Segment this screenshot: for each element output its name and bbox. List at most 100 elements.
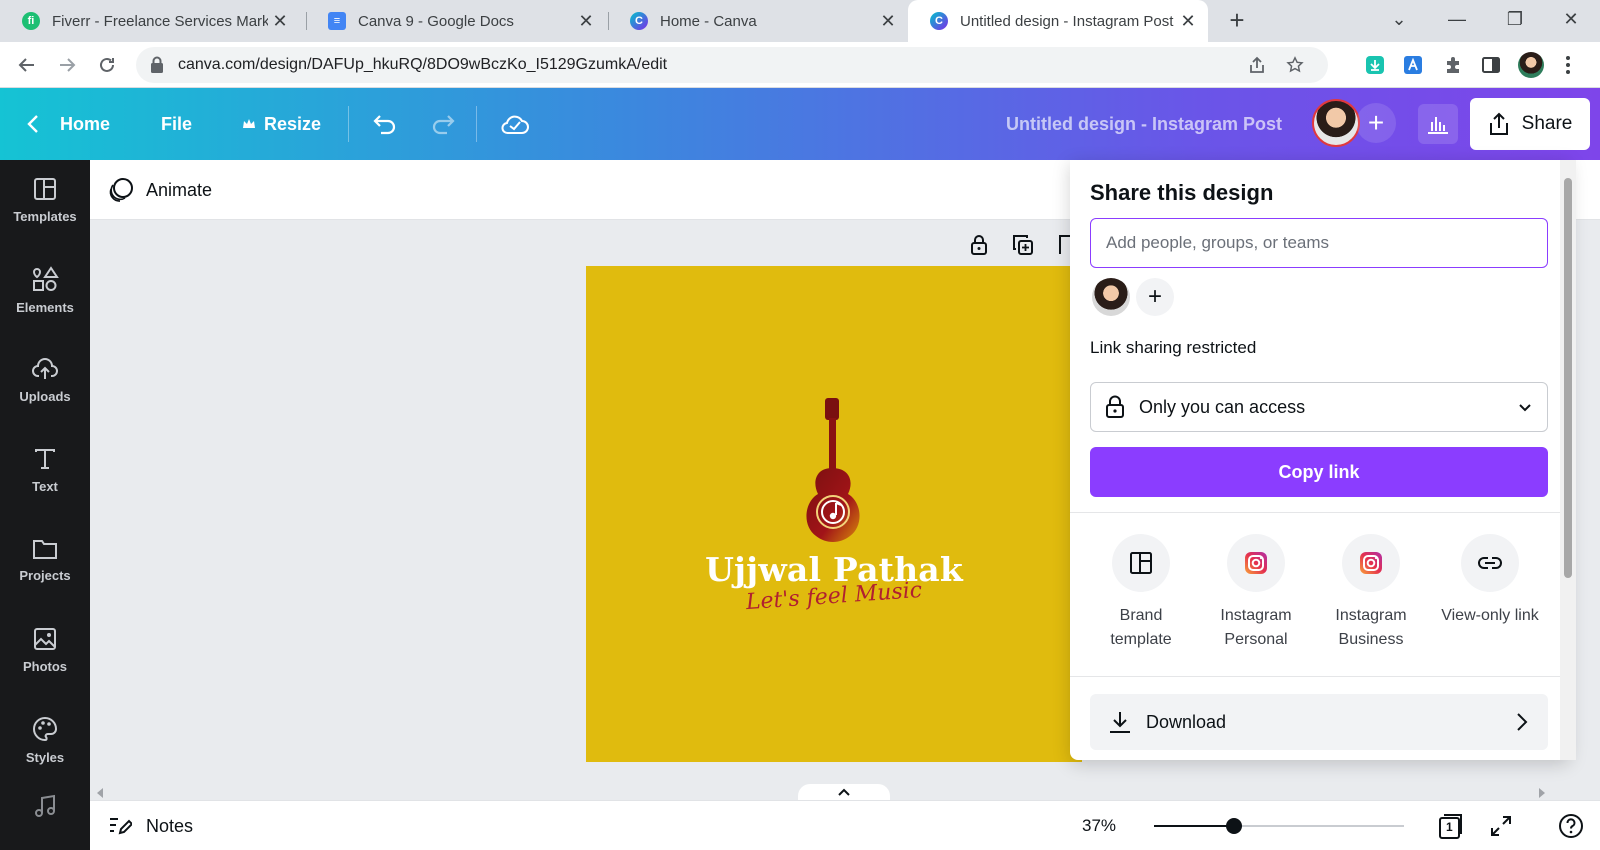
fullscreen-button[interactable] — [1486, 811, 1516, 841]
lock-icon — [971, 235, 987, 255]
add-collaborator-button[interactable]: + — [1356, 103, 1396, 143]
uploads-icon — [32, 357, 58, 379]
insights-button[interactable] — [1418, 104, 1458, 144]
close-tab-icon[interactable]: ✕ — [268, 11, 292, 32]
elements-icon — [32, 265, 59, 291]
owner-avatar[interactable] — [1092, 278, 1130, 316]
sidebar-item-elements[interactable]: Elements — [0, 250, 90, 330]
share-option-brand-template[interactable]: Brand template — [1086, 534, 1196, 652]
reload-button[interactable] — [92, 50, 122, 80]
sidebar-item-styles[interactable]: Styles — [0, 700, 90, 780]
canva-favicon-icon: C — [930, 12, 948, 30]
resize-button[interactable]: Resize — [242, 88, 321, 160]
design-canvas[interactable]: Ujjwal Pathak Let's feel Music — [586, 266, 1082, 762]
share-panel-scrollbar[interactable] — [1560, 160, 1576, 760]
copy-link-button[interactable]: Copy link — [1090, 447, 1548, 497]
close-tab-icon[interactable]: ✕ — [574, 11, 598, 32]
crown-icon — [243, 119, 255, 128]
help-button[interactable] — [1556, 811, 1586, 841]
zoom-percentage[interactable]: 37% — [1082, 801, 1116, 850]
chevron-up-icon — [838, 788, 850, 796]
maximize-button[interactable]: ❐ — [1486, 0, 1544, 42]
save-status-button[interactable] — [500, 88, 530, 160]
address-bar[interactable]: canva.com/design/DAFUp_hkuRQ/8DO9wBczKo_… — [136, 47, 1328, 83]
panel-divider — [1070, 512, 1560, 513]
editor-header: Home File Resize Untitled design - Insta… — [0, 88, 1600, 160]
sidebar-item-label: Uploads — [19, 388, 71, 404]
duplicate-page-button[interactable] — [1010, 232, 1036, 258]
sidebar-item-text[interactable]: Text — [0, 430, 90, 510]
share-page-icon[interactable] — [1246, 54, 1268, 76]
browser-tab-home-canva[interactable]: C Home - Canva ✕ — [608, 0, 908, 42]
profile-avatar[interactable] — [1518, 52, 1544, 78]
add-person-button[interactable]: + — [1136, 278, 1174, 316]
extension-grammar-icon[interactable] — [1401, 53, 1425, 77]
undo-button[interactable] — [372, 88, 398, 160]
google-docs-favicon-icon: ≡ — [328, 12, 346, 30]
browser-tab-strip: fi Fiverr - Freelance Services Marketpla… — [0, 0, 1600, 42]
close-window-button[interactable]: ✕ — [1542, 0, 1600, 42]
zoom-slider-thumb[interactable] — [1226, 818, 1242, 834]
access-dropdown[interactable]: Only you can access — [1090, 382, 1548, 432]
add-people-input[interactable] — [1090, 218, 1548, 268]
chevron-right-icon — [1517, 713, 1528, 731]
sidebar-item-templates[interactable]: Templates — [0, 160, 90, 240]
sidebar-item-photos[interactable]: Photos — [0, 610, 90, 690]
back-button[interactable] — [12, 50, 42, 80]
chevron-down-icon — [1519, 404, 1531, 412]
page-tools — [966, 232, 1080, 258]
home-button[interactable]: Home — [26, 88, 110, 160]
tab-title: Home - Canva — [660, 12, 757, 30]
share-button[interactable]: Share — [1470, 98, 1590, 150]
notes-label: Notes — [146, 815, 194, 836]
cloud-check-icon — [501, 115, 529, 134]
animate-label: Animate — [146, 179, 213, 200]
browser-tab-untitled-design[interactable]: C Untitled design - Instagram Post ✕ — [908, 0, 1208, 42]
zoom-slider[interactable] — [1154, 818, 1404, 834]
extension-download-icon[interactable] — [1363, 53, 1387, 77]
lock-page-button[interactable] — [966, 232, 992, 258]
redo-icon — [432, 115, 455, 135]
new-tab-button[interactable]: + — [1222, 6, 1252, 36]
notes-button[interactable]: Notes — [108, 801, 193, 850]
option-label: template — [1110, 631, 1172, 648]
download-button[interactable]: Download — [1090, 694, 1548, 750]
side-panel-icon[interactable] — [1479, 53, 1503, 77]
design-title[interactable]: Untitled design - Instagram Post — [1006, 88, 1282, 160]
page-panel-toggle[interactable] — [798, 784, 890, 800]
sidebar-item-projects[interactable]: Projects — [0, 520, 90, 600]
close-tab-icon[interactable]: ✕ — [876, 11, 900, 32]
page-count: 1 — [1446, 820, 1453, 834]
bookmark-star-icon[interactable] — [1284, 54, 1306, 76]
instagram-icon — [1245, 552, 1267, 574]
browser-tab-google-docs[interactable]: ≡ Canva 9 - Google Docs ✕ — [306, 0, 606, 42]
option-label: Personal — [1224, 631, 1288, 648]
option-icon-circle — [1112, 534, 1170, 592]
browser-menu-icon[interactable] — [1556, 53, 1580, 77]
share-option-view-only-link[interactable]: View-only link — [1431, 534, 1549, 628]
browser-tab-fiverr[interactable]: fi Fiverr - Freelance Services Marketpla… — [0, 0, 300, 42]
extensions-puzzle-icon[interactable] — [1441, 53, 1465, 77]
sidebar-item-audio[interactable] — [0, 780, 90, 840]
sidebar-item-uploads[interactable]: Uploads — [0, 340, 90, 420]
minimize-button[interactable]: — — [1428, 0, 1486, 42]
tab-search-icon[interactable]: ⌄ — [1370, 0, 1428, 42]
share-option-instagram-business[interactable]: Instagram Business — [1316, 534, 1426, 652]
help-icon — [1559, 814, 1583, 838]
tab-title: Canva 9 - Google Docs — [358, 12, 514, 30]
forward-button[interactable] — [52, 50, 82, 80]
page-count-button[interactable]: 1 — [1436, 811, 1466, 841]
animate-button[interactable]: Animate — [108, 160, 212, 220]
panel-divider — [1070, 676, 1560, 677]
close-tab-icon[interactable]: ✕ — [1176, 11, 1200, 32]
share-option-instagram-personal[interactable]: Instagram Personal — [1201, 534, 1311, 652]
chevron-left-icon — [27, 115, 38, 133]
music-note-icon — [35, 794, 55, 817]
collaborator-avatar[interactable] — [1312, 99, 1360, 147]
photos-icon — [34, 627, 56, 650]
redo-button[interactable] — [430, 88, 456, 160]
templates-icon — [34, 177, 56, 200]
file-menu-button[interactable]: File — [161, 88, 192, 160]
tab-title: Untitled design - Instagram Post — [960, 12, 1174, 30]
scrollbar-thumb[interactable] — [1564, 178, 1572, 578]
